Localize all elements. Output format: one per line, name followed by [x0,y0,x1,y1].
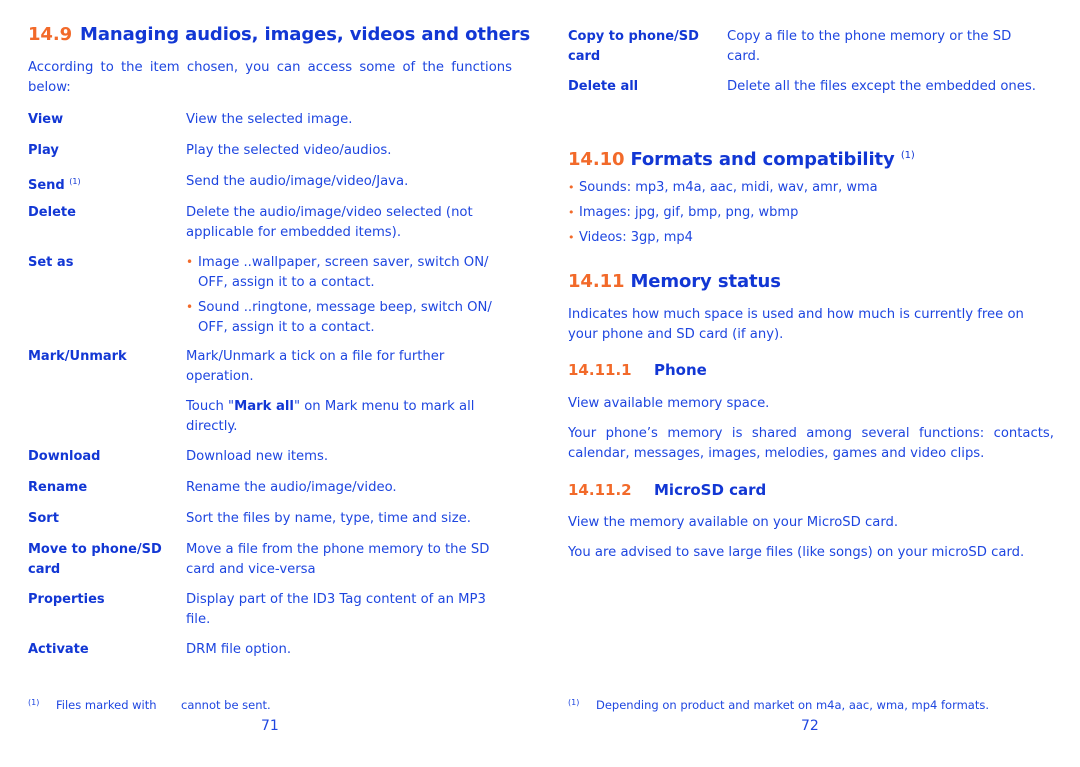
section-title: Memory status [630,271,781,292]
subsection-title: Phone [654,361,707,379]
function-desc: Rename the audio/image/video. [186,480,397,495]
phone-paragraph: View available memory space. [568,396,770,411]
footnote-ref: (1) [900,150,915,161]
function-term: Download [28,449,101,464]
phone-paragraph: Your phone’s memory is shared among seve… [568,426,1054,461]
microsd-paragraph: You are advised to save large files (lik… [568,545,1025,560]
format-item-images: Images: jpg, gif, bmp, png, wbmp [568,200,878,225]
footnote-mark: (1) [28,698,40,707]
desc-text: Mark/Unmark a tick on a file for further… [186,349,445,384]
section-title: Formats and compatibility [630,149,895,170]
format-item-sounds: Sounds: mp3, m4a, aac, midi, wav, amr, w… [568,175,878,200]
section-heading-14-10: 14.10 Formats and compatibility (1) [568,149,915,170]
function-term: Delete all [568,79,639,94]
function-term: Play [28,143,59,158]
extra-bold: Mark all [234,399,294,414]
function-term: Sort [28,511,59,526]
format-item-videos: Videos: 3gp, mp4 [568,225,878,250]
function-term: Activate [28,642,89,657]
function-term: Copy to phone/SD card [568,29,699,64]
bullet-item: Sound ..ringtone, message beep, switch O… [186,298,498,337]
left-page: 14.9 Managing audios, images, videos and … [28,0,530,767]
section-heading-14-11: 14.11 Memory status [568,271,781,292]
subsection-title: MicroSD card [654,481,767,499]
desc-extra: Touch "Mark all" on Mark menu to mark al… [186,397,476,436]
function-term: Delete [28,205,76,220]
footnote-ref: (1) [69,177,81,186]
section-number: 14.10 [568,149,625,170]
subsection-number: 14.11.1 [568,361,632,379]
section-number: 14.9 [28,24,73,45]
function-term: Set as [28,255,74,270]
term-text: Send [28,178,65,193]
intro-paragraph: According to the item chosen, you can ac… [28,60,512,95]
function-desc: Move a file from the phone memory to the… [186,542,490,577]
function-desc: View the selected image. [186,112,353,127]
function-desc: Send the audio/image/video/Java. [186,174,409,189]
function-term: Move to phone/SD card [28,542,162,577]
page-number: 72 [801,718,819,734]
microsd-paragraph: View the memory available on your MicroS… [568,515,899,530]
function-desc: Mark/Unmark a tick on a file for further… [186,347,476,436]
function-desc: DRM file option. [186,642,292,657]
subsection-number: 14.11.2 [568,481,632,499]
bullet-item: Image ..wallpaper, screen saver, switch … [186,253,498,292]
formats-list: Sounds: mp3, m4a, aac, midi, wav, amr, w… [568,175,878,250]
function-term: Rename [28,480,88,495]
extra-text: Touch " [186,399,235,414]
footnote-text: Files marked with [56,698,157,712]
footnote-mark: (1) [568,698,580,707]
function-desc: Image ..wallpaper, screen saver, switch … [186,253,504,337]
function-desc: Sort the files by name, type, time and s… [186,511,471,526]
function-term: Send (1) [28,172,180,196]
section-number: 14.11 [568,271,625,292]
subsection-heading-microsd: 14.11.2 MicroSD card [568,481,766,499]
function-term: Mark/Unmark [28,349,127,364]
footnote-text: cannot be sent. [181,698,271,712]
right-page: Copy to phone/SD card Copy a file to the… [568,0,1054,767]
function-desc: Copy a file to the phone memory or the S… [727,29,1012,64]
memory-intro: Indicates how much space is used and how… [568,307,1024,342]
function-term: Properties [28,592,105,607]
footnote-text: Depending on product and market on m4a, … [596,698,989,712]
function-desc: Display part of the ID3 Tag content of a… [186,592,486,627]
subsection-heading-phone: 14.11.1 Phone [568,361,707,379]
function-desc: Delete all the files except the embedded… [727,79,1036,94]
section-heading-14-9: 14.9 Managing audios, images, videos and … [28,24,530,45]
function-desc: Download new items. [186,449,329,464]
section-title: Managing audios, images, videos and othe… [80,24,531,45]
function-term: View [28,112,64,127]
function-desc: Delete the audio/image/video selected (n… [186,205,473,240]
function-desc: Play the selected video/audios. [186,143,392,158]
page-number: 71 [261,718,279,734]
